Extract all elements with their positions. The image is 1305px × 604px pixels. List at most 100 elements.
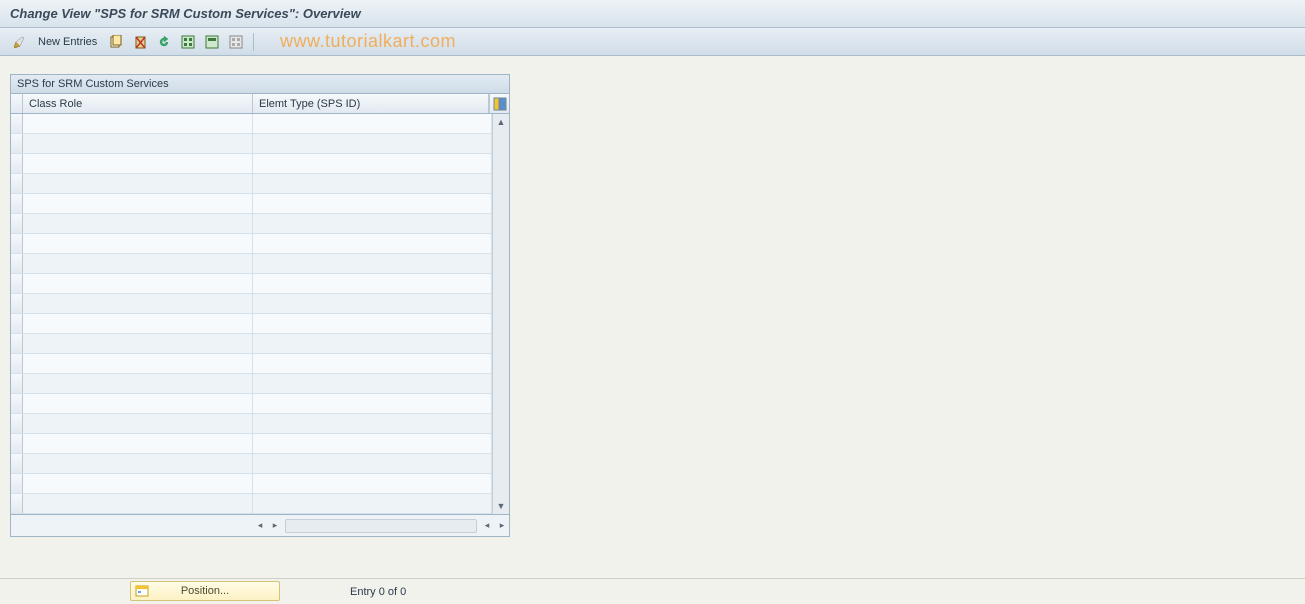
position-button[interactable]: Position... [130, 581, 280, 601]
scroll-left-icon[interactable]: ▸ [268, 519, 282, 533]
cell-class-role[interactable] [23, 214, 253, 233]
cell-elemt-type[interactable] [253, 194, 492, 213]
cell-class-role[interactable] [23, 174, 253, 193]
row-selector[interactable] [11, 194, 23, 213]
horizontal-scrollbar[interactable]: ◂ ▸ ◂ ▸ [253, 519, 509, 533]
deselect-all-icon[interactable] [227, 33, 245, 51]
table-row[interactable] [11, 354, 492, 374]
table-row[interactable] [11, 234, 492, 254]
cell-elemt-type[interactable] [253, 214, 492, 233]
table-row[interactable] [11, 494, 492, 514]
row-selector[interactable] [11, 334, 23, 353]
new-entries-button[interactable]: New Entries [34, 36, 101, 48]
cell-elemt-type[interactable] [253, 494, 492, 513]
row-selector[interactable] [11, 434, 23, 453]
row-selector[interactable] [11, 474, 23, 493]
table-row[interactable] [11, 374, 492, 394]
table-row[interactable] [11, 174, 492, 194]
cell-elemt-type[interactable] [253, 314, 492, 333]
undo-icon[interactable] [155, 33, 173, 51]
cell-class-role[interactable] [23, 234, 253, 253]
row-selector-header[interactable] [11, 94, 23, 113]
row-selector[interactable] [11, 134, 23, 153]
cell-elemt-type[interactable] [253, 274, 492, 293]
cell-class-role[interactable] [23, 474, 253, 493]
cell-class-role[interactable] [23, 394, 253, 413]
cell-elemt-type[interactable] [253, 174, 492, 193]
row-selector[interactable] [11, 154, 23, 173]
scroll-down-icon[interactable]: ▼ [493, 498, 509, 514]
row-selector[interactable] [11, 374, 23, 393]
table-row[interactable] [11, 254, 492, 274]
table-row[interactable] [11, 454, 492, 474]
scroll-left-start-icon[interactable]: ◂ [253, 519, 267, 533]
table-row[interactable] [11, 294, 492, 314]
table-row[interactable] [11, 134, 492, 154]
cell-elemt-type[interactable] [253, 374, 492, 393]
cell-class-role[interactable] [23, 434, 253, 453]
scroll-up-icon[interactable]: ▲ [493, 114, 509, 130]
row-selector[interactable] [11, 394, 23, 413]
cell-class-role[interactable] [23, 314, 253, 333]
row-selector[interactable] [11, 274, 23, 293]
table-row[interactable] [11, 314, 492, 334]
row-selector[interactable] [11, 234, 23, 253]
scroll-right-end-icon[interactable]: ▸ [495, 519, 509, 533]
cell-elemt-type[interactable] [253, 414, 492, 433]
cell-class-role[interactable] [23, 114, 253, 133]
cell-class-role[interactable] [23, 334, 253, 353]
cell-elemt-type[interactable] [253, 354, 492, 373]
cell-elemt-type[interactable] [253, 334, 492, 353]
cell-elemt-type[interactable] [253, 114, 492, 133]
configure-columns-icon[interactable] [489, 94, 509, 113]
copy-icon[interactable] [107, 33, 125, 51]
cell-elemt-type[interactable] [253, 394, 492, 413]
table-row[interactable] [11, 434, 492, 454]
scroll-right-icon[interactable]: ◂ [480, 519, 494, 533]
cell-class-role[interactable] [23, 494, 253, 513]
cell-elemt-type[interactable] [253, 454, 492, 473]
row-selector[interactable] [11, 254, 23, 273]
row-selector[interactable] [11, 494, 23, 513]
cell-class-role[interactable] [23, 294, 253, 313]
cell-elemt-type[interactable] [253, 234, 492, 253]
cell-elemt-type[interactable] [253, 474, 492, 493]
cell-elemt-type[interactable] [253, 134, 492, 153]
table-row[interactable] [11, 194, 492, 214]
table-row[interactable] [11, 334, 492, 354]
select-block-icon[interactable] [203, 33, 221, 51]
scroll-track[interactable] [285, 519, 477, 533]
row-selector[interactable] [11, 174, 23, 193]
table-row[interactable] [11, 414, 492, 434]
cell-class-role[interactable] [23, 134, 253, 153]
select-all-icon[interactable] [179, 33, 197, 51]
row-selector[interactable] [11, 354, 23, 373]
row-selector[interactable] [11, 214, 23, 233]
delete-icon[interactable] [131, 33, 149, 51]
cell-class-role[interactable] [23, 274, 253, 293]
table-row[interactable] [11, 214, 492, 234]
cell-class-role[interactable] [23, 194, 253, 213]
cell-class-role[interactable] [23, 454, 253, 473]
cell-elemt-type[interactable] [253, 154, 492, 173]
column-header-class-role[interactable]: Class Role [23, 94, 253, 113]
row-selector[interactable] [11, 454, 23, 473]
row-selector[interactable] [11, 114, 23, 133]
vertical-scrollbar[interactable]: ▲ ▼ [492, 114, 509, 514]
row-selector[interactable] [11, 294, 23, 313]
cell-class-role[interactable] [23, 354, 253, 373]
cell-elemt-type[interactable] [253, 294, 492, 313]
column-header-elemt-type[interactable]: Elemt Type (SPS ID) [253, 94, 489, 113]
change-icon[interactable] [10, 33, 28, 51]
table-row[interactable] [11, 274, 492, 294]
cell-class-role[interactable] [23, 414, 253, 433]
table-row[interactable] [11, 154, 492, 174]
row-selector[interactable] [11, 314, 23, 333]
cell-elemt-type[interactable] [253, 254, 492, 273]
row-selector[interactable] [11, 414, 23, 433]
cell-elemt-type[interactable] [253, 434, 492, 453]
table-row[interactable] [11, 114, 492, 134]
cell-class-role[interactable] [23, 154, 253, 173]
cell-class-role[interactable] [23, 254, 253, 273]
cell-class-role[interactable] [23, 374, 253, 393]
